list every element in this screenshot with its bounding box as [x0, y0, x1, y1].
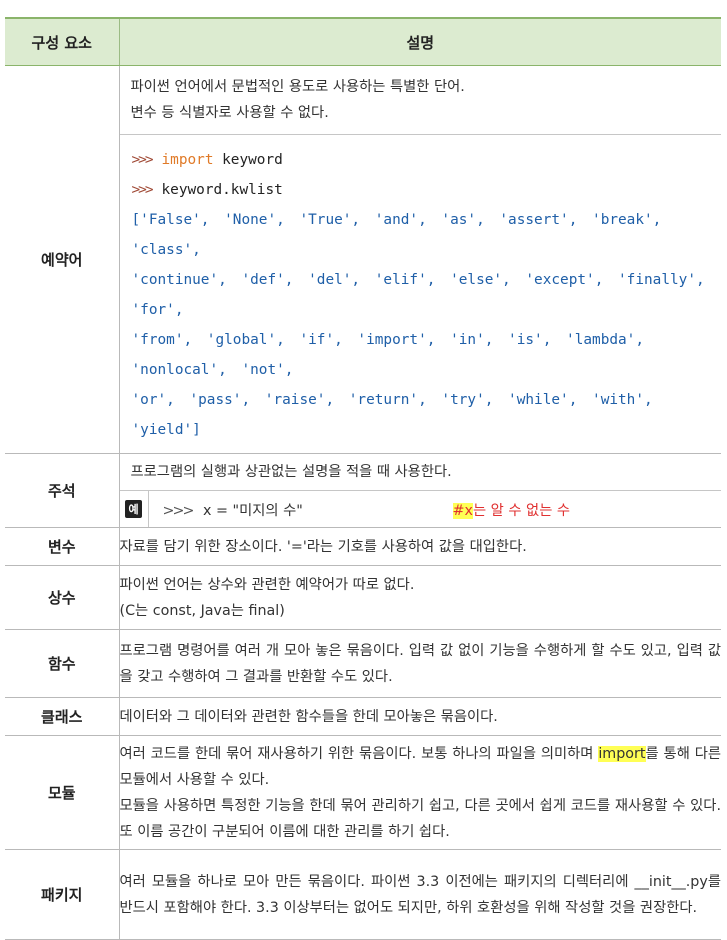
variable-desc: 자료를 담기 위한 장소이다. '='라는 기호를 사용하여 값을 대입한다.	[119, 527, 721, 566]
code-output: ['False', 'None', 'True', 'and', 'as', '…	[131, 212, 662, 258]
reserved-desc: 파이썬 언어에서 문법적인 용도로 사용하는 특별한 단어. 변수 등 식별자로…	[130, 79, 465, 121]
example-code: x = "미지의 수"	[203, 502, 303, 519]
cell-comment: 프로그램의 실행과 상관없는 설명을 적을 때 사용한다. 예 >>> x = …	[119, 453, 721, 528]
table-row: 주석 프로그램의 실행과 상관없는 설명을 적을 때 사용한다. 예 >>> x…	[5, 453, 721, 528]
cell-reserved: 파이썬 언어에서 문법적인 용도로 사용하는 특별한 단어. 변수 등 식별자로…	[119, 65, 721, 454]
table-row: 상수 파이썬 언어는 상수와 관련한 예약어가 따로 없다. (C는 const…	[5, 565, 721, 630]
header-component: 구성 요소	[5, 17, 120, 66]
code-line: >>> import keyword	[131, 152, 283, 168]
header-description: 설명	[119, 17, 721, 66]
term-package: 패키지	[5, 849, 120, 940]
example-badge: 예	[125, 500, 142, 518]
table-row: 예약어 파이썬 언어에서 문법적인 용도로 사용하는 특별한 단어. 변수 등 …	[5, 65, 721, 454]
function-desc: 프로그램 명령어를 여러 개 모아 놓은 묶음이다. 입력 값 없이 기능을 수…	[119, 629, 721, 698]
comment-desc: 프로그램의 실행과 상관없는 설명을 적을 때 사용한다.	[130, 464, 452, 480]
class-desc: 데이터와 그 데이터와 관련한 함수들을 한데 모아놓은 묶음이다.	[119, 697, 721, 736]
term-variable: 변수	[5, 527, 120, 566]
header-row: 구성 요소 설명	[5, 17, 721, 66]
example-prompt: >>>	[162, 502, 195, 519]
term-constant: 상수	[5, 565, 120, 630]
constant-desc: 파이썬 언어는 상수와 관련한 예약어가 따로 없다. (C는 const, J…	[119, 565, 721, 630]
table-row: 함수 프로그램 명령어를 여러 개 모아 놓은 묶음이다. 입력 값 없이 기능…	[5, 629, 721, 698]
table-row: 변수 자료를 담기 위한 장소이다. '='라는 기호를 사용하여 값을 대입한…	[5, 527, 721, 566]
code-line: >>> keyword.kwlist	[131, 182, 283, 198]
code-output: 'or', 'pass', 'raise', 'return', 'try', …	[131, 392, 653, 438]
table-row: 클래스 데이터와 그 데이터와 관련한 함수들을 한데 모아놓은 묶음이다.	[5, 697, 721, 736]
table-row: 모듈 여러 코드를 한데 묶어 재사용하기 위한 묶음이다. 보통 하나의 파일…	[5, 735, 721, 850]
components-table: 구성 요소 설명 예약어 파이썬 언어에서 문법적인 용도로 사용하는 특별한 …	[5, 17, 721, 940]
code-output: 'continue', 'def', 'del', 'elif', 'else'…	[131, 272, 705, 318]
import-highlight: import	[598, 745, 646, 762]
comment-example: 예 >>> x = "미지의 수" #x는 알 수 없는 수	[119, 490, 721, 527]
term-module: 모듈	[5, 735, 120, 850]
package-desc: 여러 모듈을 하나로 모아 만든 묶음이다. 파이썬 3.3 이전에는 패키지의…	[119, 849, 721, 940]
term-reserved: 예약어	[5, 65, 120, 454]
term-function: 함수	[5, 629, 120, 698]
term-comment: 주석	[5, 453, 120, 528]
table-row: 패키지 여러 모듈을 하나로 모아 만든 묶음이다. 파이썬 3.3 이전에는 …	[5, 849, 721, 940]
module-desc: 여러 코드를 한데 묶어 재사용하기 위한 묶음이다. 보통 하나의 파일을 의…	[119, 735, 721, 850]
example-comment: #x는 알 수 없는 수	[452, 502, 571, 519]
code-output: 'from', 'global', 'if', 'import', 'in', …	[131, 332, 645, 378]
term-class: 클래스	[5, 697, 120, 736]
code-block: >>> import keyword >>> keyword.kwlist ['Fa…	[119, 134, 721, 453]
